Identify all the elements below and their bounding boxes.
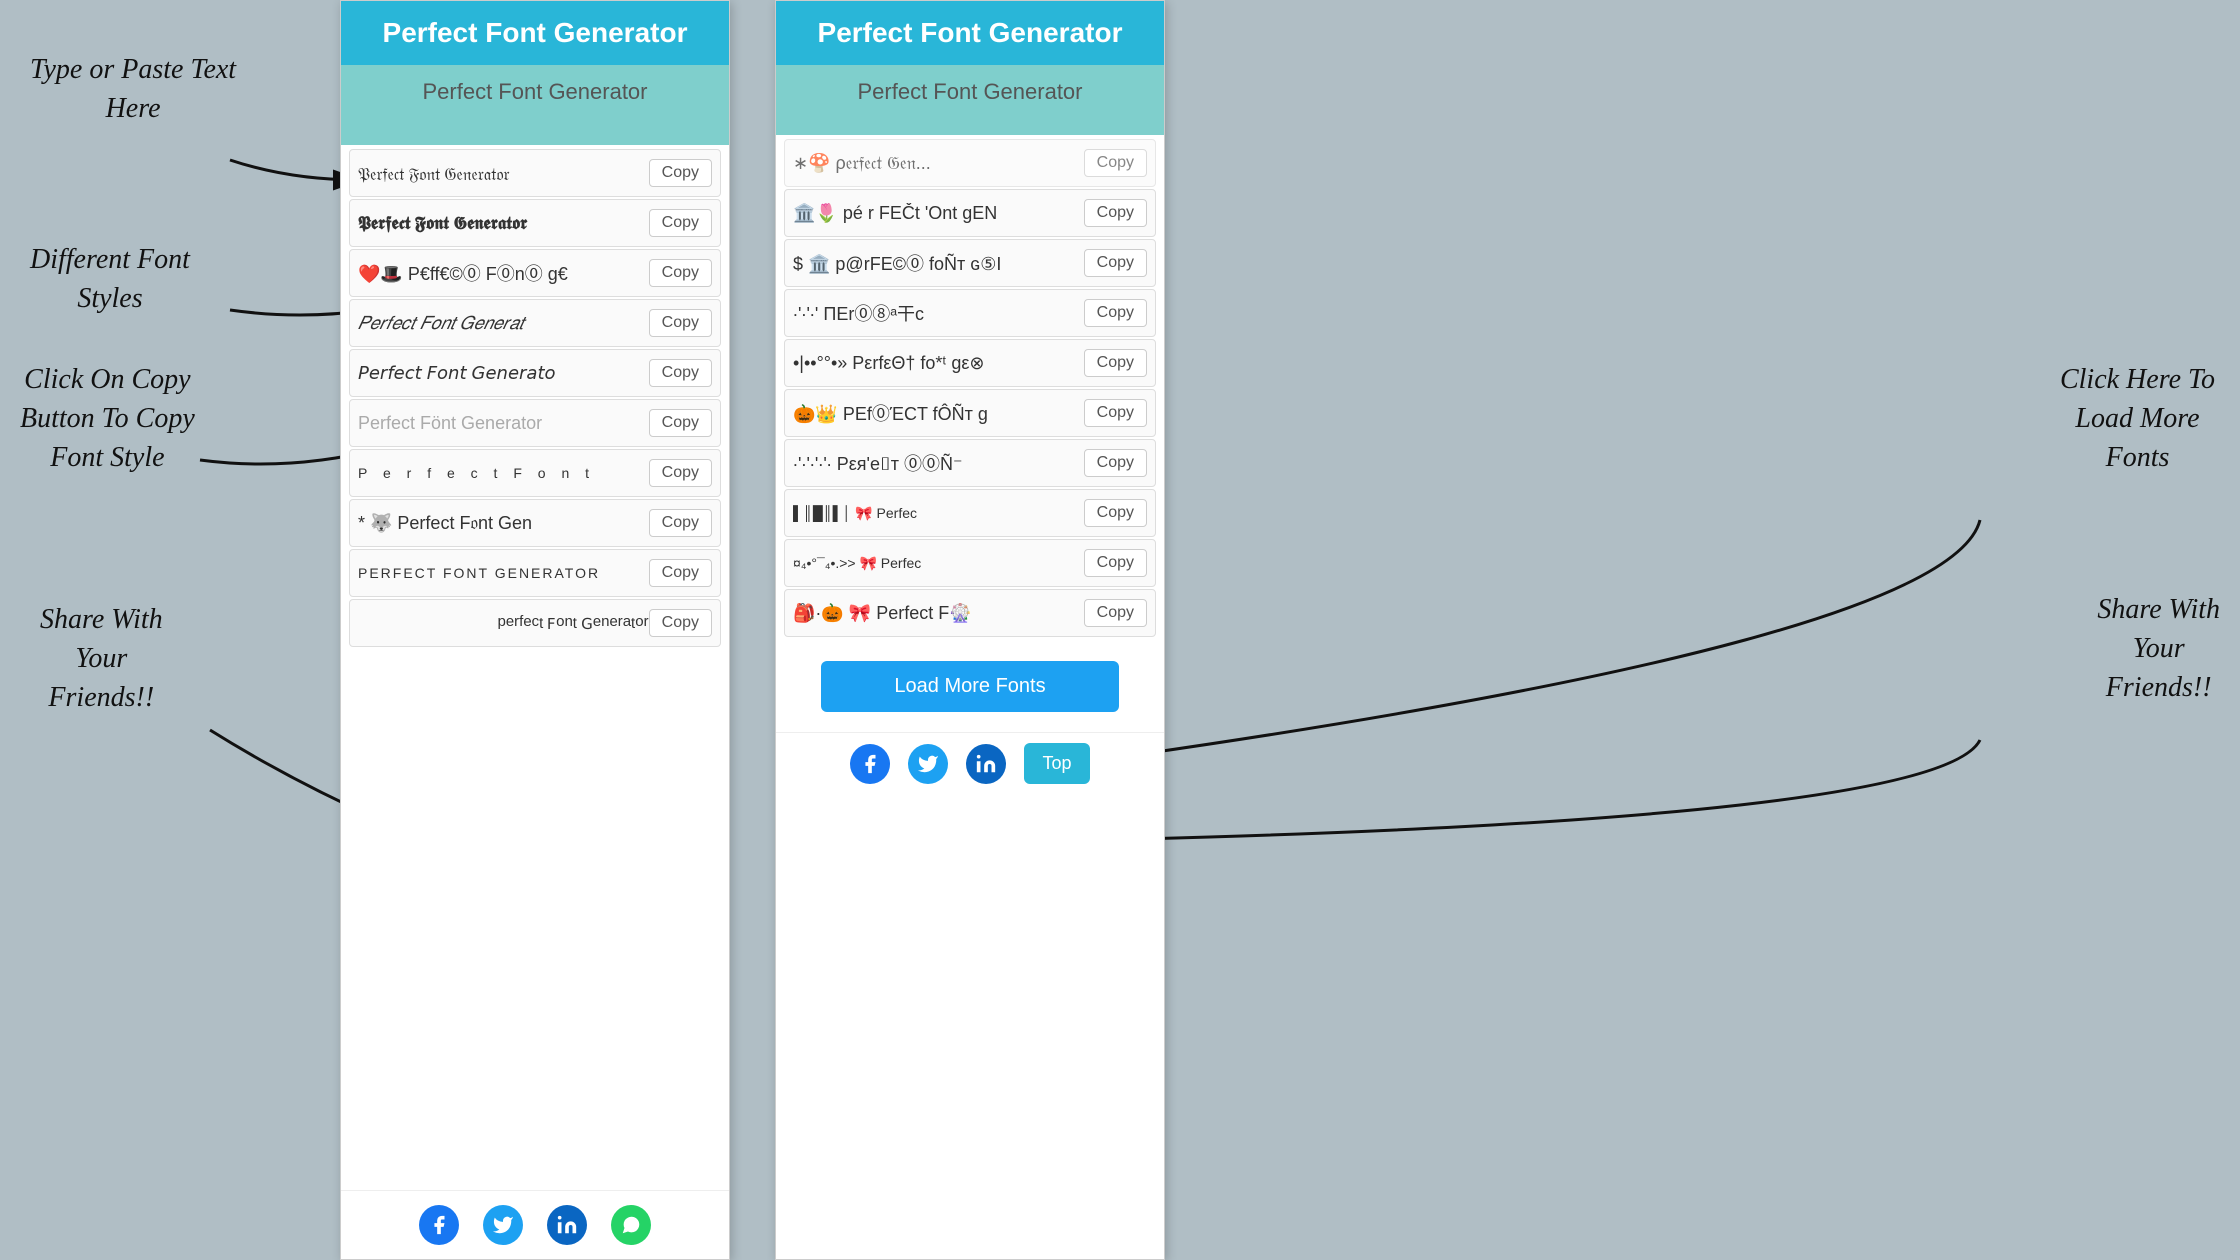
font-text-r4: •|••°°•» PεrfεΘ† fo*ᵗ gε⊗ xyxy=(793,353,1084,374)
copy-btn-9[interactable]: Copy xyxy=(649,559,712,587)
font-row-10: ɹoʇɐɹǝuǝ⅁ ʇuoℲ ʇɔǝɟɹǝd Copy xyxy=(349,599,721,647)
font-row-2: 𝕻𝖊𝖗𝖋𝖊𝖈𝖙 𝕱𝖔𝖓𝖙 𝕲𝖊𝖓𝖊𝖗𝖆𝖙𝖔𝖗 Copy xyxy=(349,199,721,247)
font-row-r5: 🎃👑 ΡEf⓪ΈCT fÔÑт g Copy xyxy=(784,389,1156,437)
copy-btn-3[interactable]: Copy xyxy=(649,259,712,287)
copy-btn-10[interactable]: Copy xyxy=(649,609,712,637)
font-text-r1: 🏛️🌷 pé r FEČt 'Ont gEN xyxy=(793,203,1084,224)
copy-btn-2[interactable]: Copy xyxy=(649,209,712,237)
copy-btn-7[interactable]: Copy xyxy=(649,459,712,487)
panel2-input-display: Perfect Font Generator xyxy=(776,65,1164,135)
annotation-share-left: Share With Your Friends!! xyxy=(40,600,163,718)
font-text-r7: ▌║█║▌│ 🎀 Perfec xyxy=(793,505,1084,522)
font-row-4: 𝑃𝑒𝑟𝑓𝑒𝑐𝑡 𝐹𝑜𝑛𝑡 𝐺𝑒𝑛𝑒𝑟𝑎𝑡 Copy xyxy=(349,299,721,347)
font-text-9: PERFECT FONT GENERATOR xyxy=(358,565,649,581)
font-row-r9: 🎒·🎃 🎀 Perfect F🎡 Copy xyxy=(784,589,1156,637)
font-row-r1: 🏛️🌷 pé r FEČt 'Ont gEN Copy xyxy=(784,189,1156,237)
annotation-share-right: Share With Your Friends!! xyxy=(2097,590,2220,708)
copy-btn-r8[interactable]: Copy xyxy=(1084,549,1147,577)
twitter-share-right[interactable] xyxy=(908,744,948,784)
font-text-r9: 🎒·🎃 🎀 Perfect F🎡 xyxy=(793,603,1084,624)
whatsapp-share-left[interactable] xyxy=(611,1205,651,1245)
font-row-r0: ∗🍄 ρ𝔢𝔯𝔣𝔢𝔠𝔱 𝔊𝔢𝔫... Copy xyxy=(784,139,1156,187)
top-button[interactable]: Top xyxy=(1024,743,1089,784)
annotation-type-paste: Type or Paste Text Here xyxy=(30,50,236,128)
copy-btn-r0[interactable]: Copy xyxy=(1084,149,1147,177)
font-text-r0: ∗🍄 ρ𝔢𝔯𝔣𝔢𝔠𝔱 𝔊𝔢𝔫... xyxy=(793,153,1084,174)
share-bar-left xyxy=(341,1190,729,1259)
font-text-3: ❤️🎩 P€ff€©⓪ F⓪n⓪ g€ xyxy=(358,260,649,286)
font-text-r3: ∙'∙'∙' ΠEr⓪⑧ᵃ干c xyxy=(793,300,1084,326)
copy-btn-r3[interactable]: Copy xyxy=(1084,299,1147,327)
font-text-r6: ∙'∙'∙'∙'∙ Pεя'e⌷т ⓪⓪Ñ⁻ xyxy=(793,450,1084,476)
copy-btn-r7[interactable]: Copy xyxy=(1084,499,1147,527)
font-text-4: 𝑃𝑒𝑟𝑓𝑒𝑐𝑡 𝐹𝑜𝑛𝑡 𝐺𝑒𝑛𝑒𝑟𝑎𝑡 xyxy=(358,313,649,334)
font-row-r2: $ 🏛️ p@rFE©⓪ foÑт ɢ⑤I Copy xyxy=(784,239,1156,287)
font-text-1: 𝔓𝔢𝔯𝔣𝔢𝔠𝔱 𝔉𝔬𝔫𝔱 𝔊𝔢𝔫𝔢𝔯𝔞𝔱𝔬𝔯 xyxy=(358,162,649,185)
linkedin-share-left[interactable] xyxy=(547,1205,587,1245)
font-row-r7: ▌║█║▌│ 🎀 Perfec Copy xyxy=(784,489,1156,537)
font-text-r2: $ 🏛️ p@rFE©⓪ foÑт ɢ⑤I xyxy=(793,250,1084,276)
font-list-right: ∗🍄 ρ𝔢𝔯𝔣𝔢𝔠𝔱 𝔊𝔢𝔫... Copy 🏛️🌷 pé r FEČt 'On… xyxy=(776,135,1164,641)
annotation-load-more: Click Here To Load More Fonts xyxy=(2060,360,2215,478)
panel2-header: Perfect Font Generator xyxy=(776,1,1164,65)
copy-btn-5[interactable]: Copy xyxy=(649,359,712,387)
annotation-copy-button: Click On Copy Button To Copy Font Style xyxy=(20,360,195,478)
font-row-1: 𝔓𝔢𝔯𝔣𝔢𝔠𝔱 𝔉𝔬𝔫𝔱 𝔊𝔢𝔫𝔢𝔯𝔞𝔱𝔬𝔯 Copy xyxy=(349,149,721,197)
font-row-3: ❤️🎩 P€ff€©⓪ F⓪n⓪ g€ Copy xyxy=(349,249,721,297)
load-more-container: Load More Fonts xyxy=(776,641,1164,732)
font-text-2: 𝕻𝖊𝖗𝖋𝖊𝖈𝖙 𝕱𝖔𝖓𝖙 𝕲𝖊𝖓𝖊𝖗𝖆𝖙𝖔𝖗 xyxy=(358,213,649,234)
font-row-6: Perfect Fӧnt Generator Copy xyxy=(349,399,721,447)
copy-btn-r4[interactable]: Copy xyxy=(1084,349,1147,377)
copy-btn-r2[interactable]: Copy xyxy=(1084,249,1147,277)
load-more-button[interactable]: Load More Fonts xyxy=(821,661,1119,712)
font-row-r6: ∙'∙'∙'∙'∙ Pεя'e⌷т ⓪⓪Ñ⁻ Copy xyxy=(784,439,1156,487)
copy-btn-1[interactable]: Copy xyxy=(649,159,712,187)
copy-btn-6[interactable]: Copy xyxy=(649,409,712,437)
facebook-share-right[interactable] xyxy=(850,744,890,784)
linkedin-share-right[interactable] xyxy=(966,744,1006,784)
font-row-5: 𝘗𝘦𝘳𝘧𝘦𝘤𝘵 𝘍𝘰𝘯𝘵 𝘎𝘦𝘯𝘦𝘳𝘢𝘵𝘰 Copy xyxy=(349,349,721,397)
copy-btn-r5[interactable]: Copy xyxy=(1084,399,1147,427)
font-text-5: 𝘗𝘦𝘳𝘧𝘦𝘤𝘵 𝘍𝘰𝘯𝘵 𝘎𝘦𝘯𝘦𝘳𝘢𝘵𝘰 xyxy=(358,363,649,384)
font-list-left: 𝔓𝔢𝔯𝔣𝔢𝔠𝔱 𝔉𝔬𝔫𝔱 𝔊𝔢𝔫𝔢𝔯𝔞𝔱𝔬𝔯 Copy 𝕻𝖊𝖗𝖋𝖊𝖈𝖙 𝕱𝖔𝖓𝖙… xyxy=(341,145,729,651)
panel-right: Perfect Font Generator Perfect Font Gene… xyxy=(775,0,1165,1260)
font-row-8: * 🐺 Perfect F𝔬nt Gen Copy xyxy=(349,499,721,547)
copy-btn-r9[interactable]: Copy xyxy=(1084,599,1147,627)
font-row-9: PERFECT FONT GENERATOR Copy xyxy=(349,549,721,597)
font-row-7: P e r f e c t F o n t Copy xyxy=(349,449,721,497)
font-row-r3: ∙'∙'∙' ΠEr⓪⑧ᵃ干c Copy xyxy=(784,289,1156,337)
font-text-r8: ¤₄•°¯₄•.>> 🎀 Perfec xyxy=(793,555,1084,572)
copy-btn-8[interactable]: Copy xyxy=(649,509,712,537)
copy-btn-r1[interactable]: Copy xyxy=(1084,199,1147,227)
font-text-10: ɹoʇɐɹǝuǝ⅁ ʇuoℲ ʇɔǝɟɹǝd xyxy=(358,614,649,632)
annotation-font-styles: Different Font Styles xyxy=(30,240,190,318)
copy-btn-r6[interactable]: Copy xyxy=(1084,449,1147,477)
font-row-r4: •|••°°•» PεrfεΘ† fo*ᵗ gε⊗ Copy xyxy=(784,339,1156,387)
font-text-6: Perfect Fӧnt Generator xyxy=(358,413,649,434)
copy-btn-4[interactable]: Copy xyxy=(649,309,712,337)
font-row-r8: ¤₄•°¯₄•.>> 🎀 Perfec Copy xyxy=(784,539,1156,587)
font-text-r5: 🎃👑 ΡEf⓪ΈCT fÔÑт g xyxy=(793,400,1084,426)
twitter-share-left[interactable] xyxy=(483,1205,523,1245)
panel-left: Perfect Font Generator 𝔓𝔢𝔯𝔣𝔢𝔠𝔱 𝔉𝔬𝔫𝔱 𝔊𝔢𝔫𝔢… xyxy=(340,0,730,1260)
facebook-share-left[interactable] xyxy=(419,1205,459,1245)
font-text-8: * 🐺 Perfect F𝔬nt Gen xyxy=(358,513,649,534)
text-input[interactable] xyxy=(341,65,729,145)
panel2-bottom-bar: Top xyxy=(776,732,1164,794)
panel1-header: Perfect Font Generator xyxy=(341,1,729,65)
font-text-7: P e r f e c t F o n t xyxy=(358,465,649,481)
